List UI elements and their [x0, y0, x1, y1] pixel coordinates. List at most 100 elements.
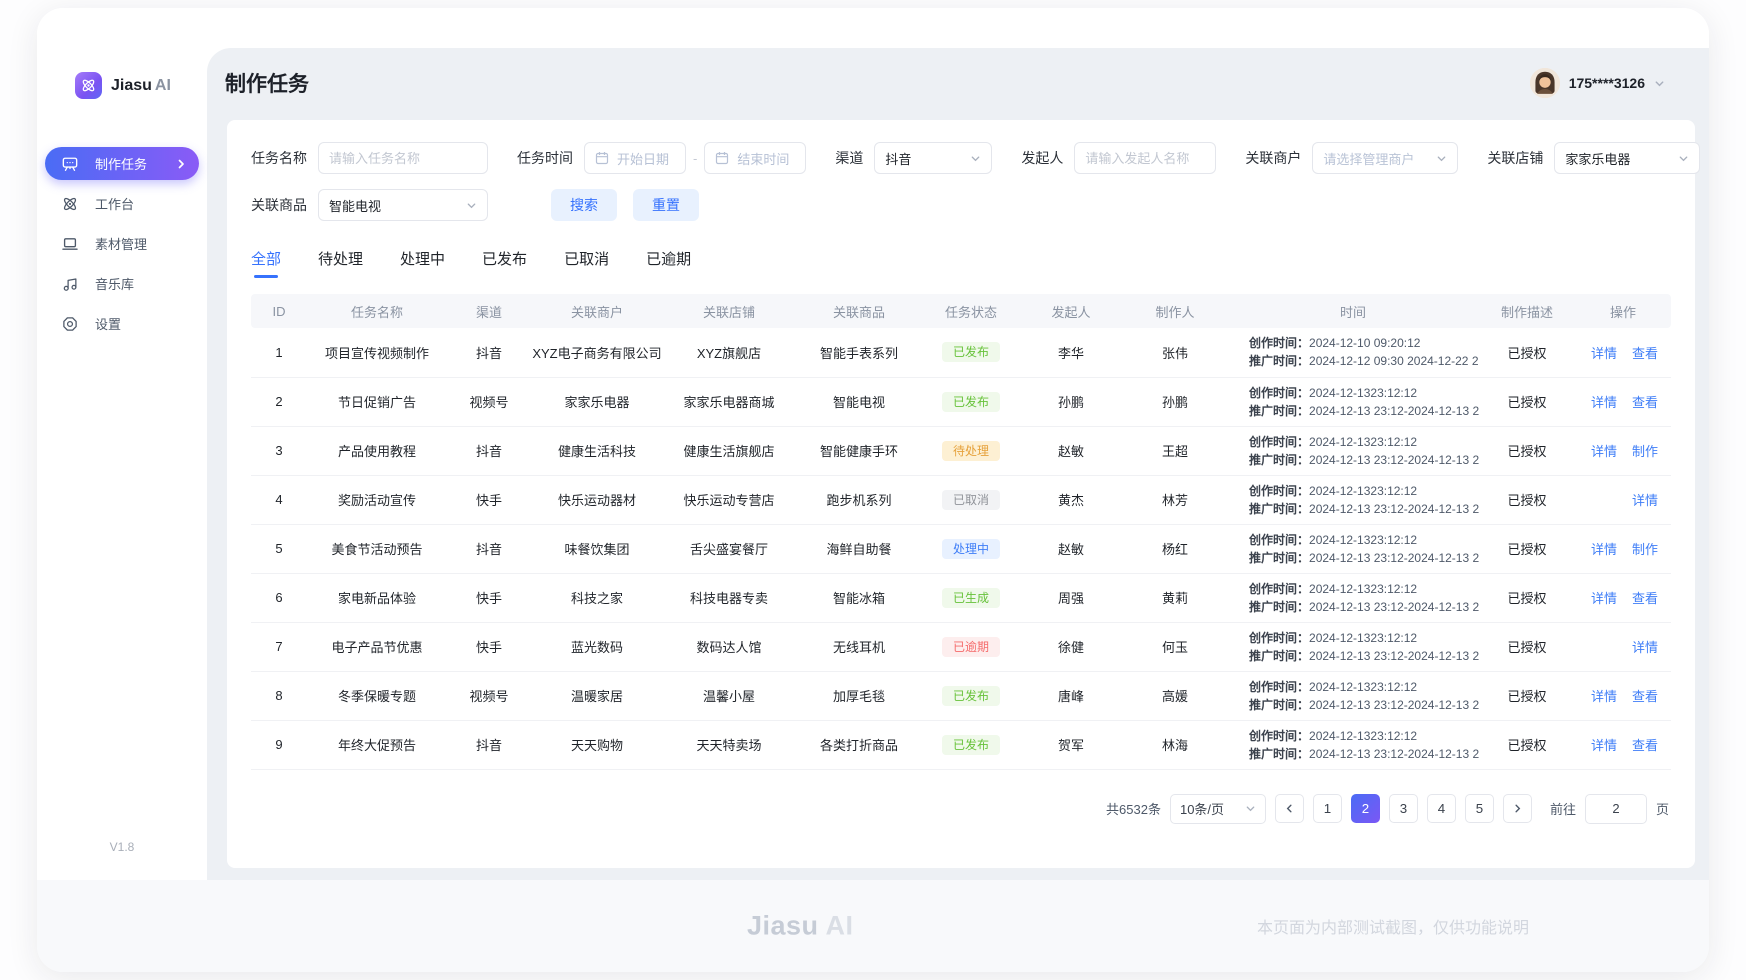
task-name-input[interactable] [318, 142, 488, 174]
store-select[interactable]: 家家乐电器 [1554, 142, 1700, 174]
op-detail[interactable]: 详情 [1591, 444, 1617, 459]
cell-producer: 何玉 [1123, 622, 1227, 671]
end-date-input[interactable]: 结束时间 [704, 142, 806, 174]
chevron-down-icon [466, 200, 477, 211]
op-detail[interactable]: 详情 [1591, 542, 1617, 557]
brand-name: JiasuAI [111, 77, 171, 95]
column-header: 制作描述 [1479, 294, 1575, 328]
reset-button[interactable]: 重置 [633, 189, 699, 221]
chevron-right-icon [175, 158, 187, 170]
page-button-2[interactable]: 2 [1351, 794, 1380, 823]
page-button-5[interactable]: 5 [1465, 794, 1494, 823]
filter-initiator: 发起人 [1021, 142, 1216, 174]
sidebar-item-label: 素材管理 [95, 234, 187, 253]
sidebar-item-0[interactable]: 制作任务 [45, 147, 199, 180]
filter-tab-5[interactable]: 已逾期 [646, 248, 691, 278]
cell-status: 处理中 [923, 524, 1019, 573]
store-value: 家家乐电器 [1565, 149, 1630, 168]
page-size-select[interactable]: 10条/页 [1170, 794, 1266, 824]
column-header: ID [251, 294, 307, 328]
filter-tab-1[interactable]: 待处理 [318, 248, 363, 278]
sidebar: JiasuAI 制作任务工作台素材管理音乐库设置 V1.8 [37, 8, 207, 880]
cell-task-name: 年终大促预告 [307, 720, 447, 769]
cell-id: 7 [251, 622, 307, 671]
op-view[interactable]: 查看 [1632, 395, 1658, 410]
cell-desc: 已授权 [1479, 475, 1575, 524]
status-badge: 已取消 [942, 490, 1000, 510]
channel-select[interactable]: 抖音 [874, 142, 992, 174]
cell-time: 创作时间：2024-12-1323:12:12推广时间：2024-12-13 2… [1227, 720, 1479, 769]
filter-row-2: 关联商品 智能电视 搜索 重置 [251, 189, 1671, 221]
initiator-input[interactable] [1074, 142, 1216, 174]
column-header: 制作人 [1123, 294, 1227, 328]
table-row: 8冬季保暖专题视频号温暖家居温馨小屋加厚毛毯已发布唐峰高媛创作时间：2024-1… [251, 671, 1671, 720]
cell-desc: 已授权 [1479, 720, 1575, 769]
cell-store: 家家乐电器商城 [663, 377, 795, 426]
cell-product: 海鲜自助餐 [795, 524, 923, 573]
op-detail[interactable]: 详情 [1591, 395, 1617, 410]
cell-desc: 已授权 [1479, 426, 1575, 475]
cell-merchant: 味餐饮集团 [531, 524, 663, 573]
merchant-select[interactable]: 请选择管理商户 [1312, 142, 1458, 174]
search-button[interactable]: 搜索 [551, 189, 617, 221]
product-label: 关联商品 [251, 195, 307, 215]
prev-page-button[interactable] [1275, 794, 1304, 823]
cell-desc: 已授权 [1479, 524, 1575, 573]
op-produce[interactable]: 制作 [1632, 542, 1658, 557]
status-badge: 处理中 [942, 539, 1000, 559]
op-view[interactable]: 查看 [1632, 738, 1658, 753]
cell-status: 已发布 [923, 328, 1019, 377]
op-produce[interactable]: 制作 [1632, 444, 1658, 459]
page-button-4[interactable]: 4 [1427, 794, 1456, 823]
filter-row-1: 任务名称 任务时间 开始日期 - [251, 142, 1671, 174]
cell-operations: 详情制作 [1575, 426, 1671, 475]
page-button-3[interactable]: 3 [1389, 794, 1418, 823]
cell-status: 已发布 [923, 720, 1019, 769]
filter-tab-2[interactable]: 处理中 [400, 248, 445, 278]
cell-producer: 杨红 [1123, 524, 1227, 573]
user-menu[interactable]: 175****3126 [1530, 68, 1665, 98]
goto-page-input[interactable] [1585, 794, 1647, 824]
op-view[interactable]: 查看 [1632, 346, 1658, 361]
op-view[interactable]: 查看 [1632, 591, 1658, 606]
op-view[interactable]: 查看 [1632, 689, 1658, 704]
sidebar-item-3[interactable]: 音乐库 [45, 267, 199, 300]
cell-merchant: 家家乐电器 [531, 377, 663, 426]
chevron-down-icon [970, 153, 981, 164]
page-button-1[interactable]: 1 [1313, 794, 1342, 823]
column-header: 渠道 [447, 294, 531, 328]
sidebar-item-label: 音乐库 [95, 274, 187, 293]
filter-tab-0[interactable]: 全部 [251, 248, 281, 278]
presentation-icon [61, 155, 79, 173]
cell-product: 智能健康手环 [795, 426, 923, 475]
sidebar-item-1[interactable]: 工作台 [45, 187, 199, 220]
start-date-input[interactable]: 开始日期 [584, 142, 686, 174]
op-detail[interactable]: 详情 [1632, 493, 1658, 508]
avatar [1530, 68, 1560, 98]
cell-id: 2 [251, 377, 307, 426]
op-detail[interactable]: 详情 [1632, 640, 1658, 655]
cell-merchant: 快乐运动器材 [531, 475, 663, 524]
cell-time: 创作时间：2024-12-1323:12:12推广时间：2024-12-13 2… [1227, 573, 1479, 622]
cell-channel: 抖音 [447, 426, 531, 475]
filter-tab-3[interactable]: 已发布 [482, 248, 527, 278]
next-page-button[interactable] [1503, 794, 1532, 823]
cell-channel: 快手 [447, 475, 531, 524]
cell-operations: 详情 [1575, 622, 1671, 671]
filter-tab-4[interactable]: 已取消 [564, 248, 609, 278]
cell-time: 创作时间：2024-12-1323:12:12推广时间：2024-12-13 2… [1227, 524, 1479, 573]
gear-icon [61, 315, 79, 333]
column-header: 时间 [1227, 294, 1479, 328]
op-detail[interactable]: 详情 [1591, 738, 1617, 753]
cell-task-name: 冬季保暖专题 [307, 671, 447, 720]
op-detail[interactable]: 详情 [1591, 346, 1617, 361]
filter-task-time: 任务时间 开始日期 - [517, 142, 806, 174]
product-select[interactable]: 智能电视 [318, 189, 488, 221]
op-detail[interactable]: 详情 [1591, 591, 1617, 606]
op-detail[interactable]: 详情 [1591, 689, 1617, 704]
sidebar-item-2[interactable]: 素材管理 [45, 227, 199, 260]
chevron-down-icon [1678, 153, 1689, 164]
pagination: 共6532条 10条/页 12345 前往 [253, 794, 1669, 824]
initiator-label: 发起人 [1021, 148, 1063, 168]
sidebar-item-4[interactable]: 设置 [45, 307, 199, 340]
